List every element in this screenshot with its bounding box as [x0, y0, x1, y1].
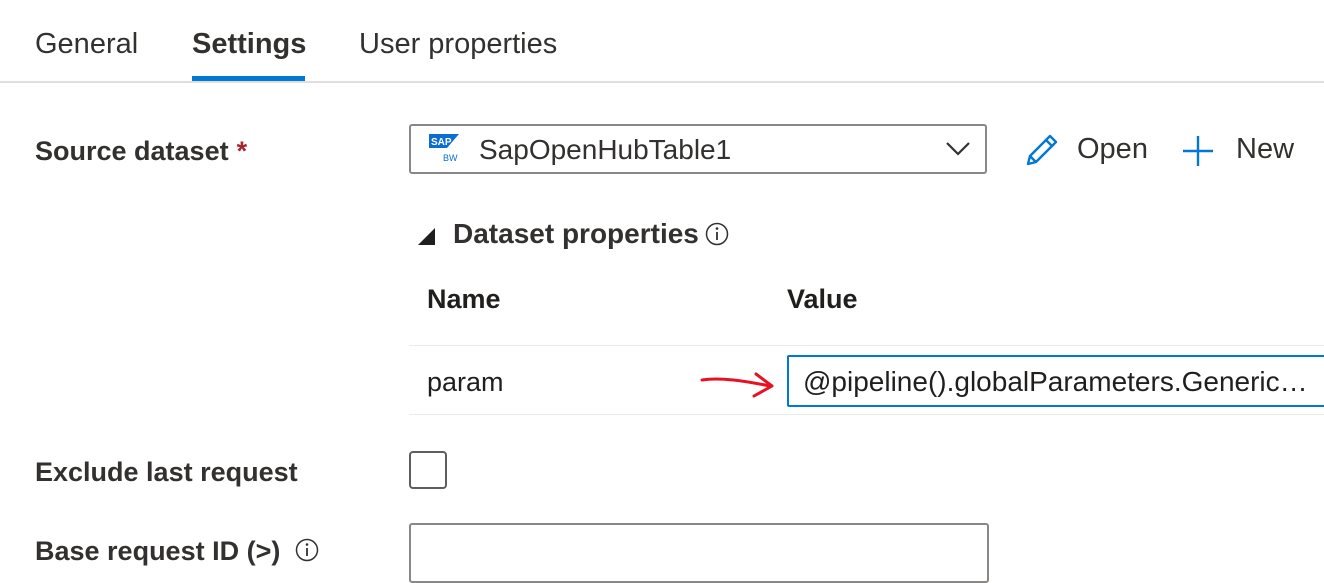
dataset-properties-title: Dataset properties [453, 218, 699, 249]
annotation-arrow-icon [700, 372, 774, 398]
column-header-value: Value [787, 284, 858, 314]
param-value-text: @pipeline().globalParameters.Generic… [803, 366, 1308, 397]
dataset-properties-toggle[interactable]: Dataset properties [418, 216, 738, 256]
param-value-input[interactable]: @pipeline().globalParameters.Generic… [787, 355, 1324, 407]
base-request-id-label: Base request ID (>) [35, 536, 280, 567]
base-request-id-label-text: Base request ID (>) [35, 536, 281, 566]
required-marker: * [236, 136, 248, 166]
sap-bw-logo-icon: SAP BW [429, 134, 459, 163]
active-tab-indicator [192, 76, 305, 81]
source-dataset-label-text: Source dataset [35, 136, 229, 166]
plus-icon [1183, 136, 1213, 166]
table-row-divider [409, 414, 1324, 415]
pencil-icon [1026, 134, 1058, 166]
exclude-last-request-label: Exclude last request [35, 457, 298, 487]
tab-settings[interactable]: Settings [192, 26, 306, 62]
info-icon[interactable] [705, 222, 729, 246]
source-dataset-label: Source dataset * [35, 136, 247, 167]
triangle-expanded-icon [418, 228, 435, 245]
param-name-cell: param [427, 367, 504, 397]
tab-general[interactable]: General [35, 26, 138, 62]
exclude-last-request-checkbox[interactable] [409, 451, 447, 489]
source-dataset-value: SapOpenHubTable1 [479, 134, 732, 165]
tab-bar: General Settings User properties [0, 0, 1324, 83]
sap-logo-subtext: BW [443, 153, 458, 163]
table-row-divider [409, 345, 1324, 346]
sap-logo-text: SAP [431, 137, 452, 148]
new-dataset-button[interactable]: New [1181, 130, 1299, 174]
open-button-label: Open [1077, 133, 1148, 165]
column-header-name: Name [427, 284, 501, 314]
tab-user-properties[interactable]: User properties [359, 26, 557, 62]
base-request-id-input[interactable] [409, 523, 989, 583]
source-dataset-select[interactable]: SAP BW SapOpenHubTable1 [409, 124, 987, 174]
info-icon[interactable] [295, 538, 319, 562]
new-button-label: New [1236, 133, 1295, 165]
chevron-down-icon [946, 142, 970, 156]
open-dataset-button[interactable]: Open [1024, 130, 1150, 174]
